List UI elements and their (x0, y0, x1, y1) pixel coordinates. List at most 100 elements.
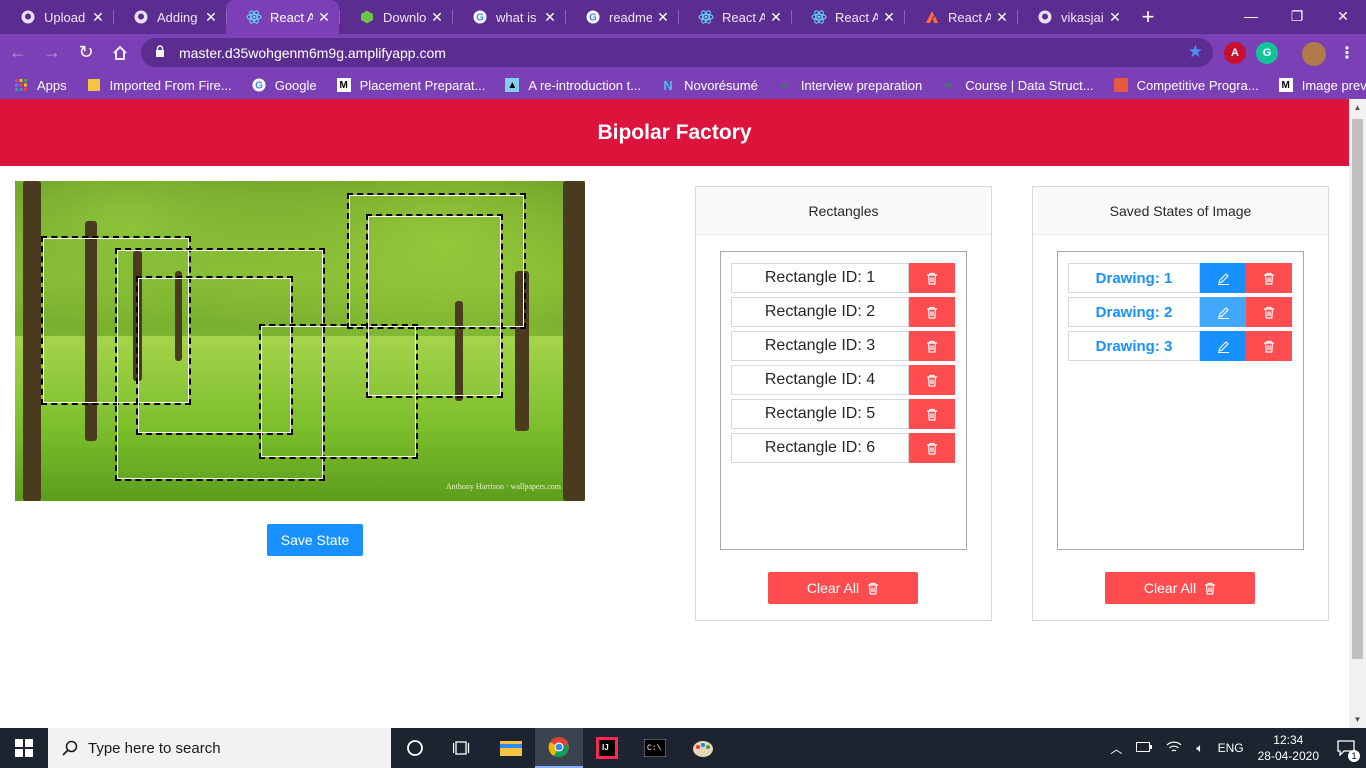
scrollbar-thumb[interactable] (1352, 119, 1363, 659)
taskbar-search-box[interactable]: Type here to search (48, 728, 391, 768)
bookmark-folder[interactable]: Imported From Fire... (87, 78, 232, 93)
amplify-icon (924, 9, 940, 25)
address-bar[interactable]: master.d35wohgenm6m9g.amplifyapp.com ★ (141, 38, 1213, 67)
file-explorer-icon[interactable] (487, 728, 535, 768)
react-icon (246, 9, 262, 25)
browser-tab[interactable]: G what is re ✕ (452, 0, 565, 34)
edit-button[interactable] (1200, 331, 1246, 361)
profile-avatar[interactable] (1302, 42, 1326, 66)
browser-tab[interactable]: React Ap ✕ (904, 0, 1017, 34)
drawing-label[interactable]: Drawing: 3 (1068, 331, 1200, 361)
close-tab-icon[interactable]: ✕ (430, 9, 444, 26)
notification-center-icon[interactable]: 1 (1326, 728, 1366, 768)
delete-button[interactable] (909, 433, 955, 463)
trash-icon (927, 272, 937, 285)
intellij-icon[interactable]: IJ (583, 728, 631, 768)
delete-button[interactable] (909, 263, 955, 293)
browser-tab-active[interactable]: React Ap ✕ (226, 0, 339, 34)
bookmark-novoresume[interactable]: N Novorésumé (661, 78, 757, 93)
windows-start-icon[interactable] (0, 728, 48, 768)
bookmark-google[interactable]: G Google (252, 78, 317, 93)
minimize-icon[interactable]: — (1228, 0, 1274, 32)
close-window-icon[interactable]: ✕ (1320, 0, 1366, 32)
rectangle-label[interactable]: Rectangle ID: 1 (731, 263, 909, 293)
reload-icon[interactable]: ↻ (70, 37, 102, 69)
delete-button[interactable] (909, 331, 955, 361)
acrobat-extension-icon[interactable]: A (1224, 42, 1246, 64)
battery-icon[interactable] (1136, 741, 1153, 755)
close-tab-icon[interactable]: ✕ (91, 9, 105, 26)
browser-tab[interactable]: G readme.r ✕ (565, 0, 678, 34)
rectangle-label[interactable]: Rectangle ID: 5 (731, 399, 909, 429)
grammarly-extension-icon[interactable]: G (1256, 42, 1278, 64)
bookmark-image-preview[interactable]: M Image preview (1278, 78, 1366, 93)
new-tab-button[interactable]: + (1130, 0, 1166, 34)
task-view-icon[interactable] (439, 728, 487, 768)
drawn-rectangle-6[interactable] (366, 214, 503, 398)
home-icon[interactable] (104, 37, 136, 69)
save-state-button[interactable]: Save State (267, 524, 363, 556)
chevron-up-icon[interactable]: ︿ (1110, 740, 1122, 757)
bookmark-interview[interactable]: ∞ Interview preparation (778, 78, 922, 93)
panel-title: Saved States of Image (1033, 187, 1328, 235)
delete-button[interactable] (1246, 263, 1292, 293)
tab-title: React Ap (270, 9, 313, 25)
clear-all-drawings-button[interactable]: Clear All (1105, 572, 1255, 604)
rectangle-label[interactable]: Rectangle ID: 4 (731, 365, 909, 395)
rectangle-label[interactable]: Rectangle ID: 6 (731, 433, 909, 463)
trash-icon (927, 340, 937, 353)
clock-date: 28-04-2020 (1257, 749, 1319, 763)
scroll-down-icon[interactable]: ▼ (1349, 711, 1366, 728)
drawing-label[interactable]: Drawing: 2 (1068, 297, 1200, 327)
browser-tab[interactable]: Adding a ✕ (113, 0, 226, 34)
drawing-label[interactable]: Drawing: 1 (1068, 263, 1200, 293)
image-canvas[interactable]: Anthony Harrison · wallpapers.com (15, 181, 585, 501)
language-indicator[interactable]: ENG (1218, 741, 1244, 755)
close-tab-icon[interactable]: ✕ (769, 9, 783, 26)
rectangle-label[interactable]: Rectangle ID: 3 (731, 331, 909, 361)
maximize-icon[interactable]: ❐ (1274, 0, 1320, 32)
browser-tab[interactable]: vikasjais/ ✕ (1017, 0, 1130, 34)
edit-button[interactable] (1200, 263, 1246, 293)
wifi-icon[interactable] (1166, 741, 1182, 756)
paint-icon[interactable] (679, 728, 727, 768)
bookmark-course[interactable]: ∞ Course | Data Struct... (942, 78, 1094, 93)
svg-text:G: G (255, 81, 263, 92)
cortana-icon[interactable] (391, 728, 439, 768)
edit-button[interactable] (1200, 297, 1246, 327)
rectangle-label[interactable]: Rectangle ID: 2 (731, 297, 909, 327)
browser-tab[interactable]: React Ap ✕ (678, 0, 791, 34)
chrome-icon[interactable] (535, 728, 583, 768)
bookmark-competitive[interactable]: Competitive Progra... (1113, 78, 1259, 93)
bookmark-mdn[interactable]: ▲ A re-introduction t... (505, 78, 641, 93)
close-tab-icon[interactable]: ✕ (882, 9, 896, 26)
delete-button[interactable] (909, 365, 955, 395)
lock-icon (155, 45, 169, 60)
bookmark-star-icon[interactable]: ★ (1188, 42, 1203, 62)
browser-tab[interactable]: Downloa ✕ (339, 0, 452, 34)
close-tab-icon[interactable]: ✕ (543, 9, 557, 26)
close-tab-icon[interactable]: ✕ (1108, 9, 1122, 26)
delete-button[interactable] (909, 399, 955, 429)
scroll-up-icon[interactable]: ▲ (1349, 99, 1366, 116)
bookmark-apps[interactable]: Apps (14, 78, 67, 93)
close-tab-icon[interactable]: ✕ (995, 9, 1009, 26)
bookmark-placement[interactable]: M Placement Preparat... (336, 78, 485, 93)
terminal-icon[interactable]: C:\ (631, 728, 679, 768)
volume-icon[interactable]: 🔈︎ (1196, 741, 1203, 756)
delete-button[interactable] (909, 297, 955, 327)
close-tab-icon[interactable]: ✕ (204, 9, 218, 26)
back-icon[interactable]: ← (2, 37, 34, 69)
delete-button[interactable] (1246, 297, 1292, 327)
pencil-icon (1217, 272, 1229, 285)
clock[interactable]: 12:34 28-04-2020 (1258, 732, 1319, 764)
forward-icon[interactable]: → (36, 37, 68, 69)
clear-all-rectangles-button[interactable]: Clear All (768, 572, 918, 604)
close-tab-icon[interactable]: ✕ (656, 9, 670, 26)
close-tab-icon[interactable]: ✕ (317, 9, 331, 26)
browser-tab[interactable]: Upload fi ✕ (0, 0, 113, 34)
menu-kebab-icon[interactable]: ⋮ (1336, 42, 1358, 64)
browser-tab[interactable]: React Ap ✕ (791, 0, 904, 34)
delete-button[interactable] (1246, 331, 1292, 361)
vertical-scrollbar[interactable]: ▲ ▼ (1349, 99, 1366, 728)
